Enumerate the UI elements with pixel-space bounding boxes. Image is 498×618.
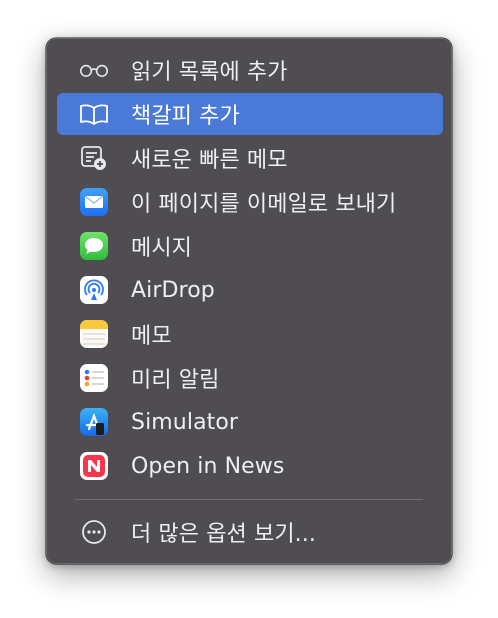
menu-item-label: 메모	[131, 324, 172, 349]
quick-note-icon	[79, 143, 109, 173]
messages-icon	[79, 231, 109, 261]
simulator-icon	[79, 407, 109, 437]
menu-item-label: 읽기 목록에 추가	[131, 60, 288, 85]
menu-item-label: 새로운 빠른 메모	[131, 148, 288, 173]
menu-item-airdrop[interactable]: AirDrop	[57, 269, 443, 311]
menu-item-reminders[interactable]: 미리 알림	[57, 357, 443, 399]
menu-item-label: 더 많은 옵션 보기...	[131, 522, 316, 547]
menu-item-open-in-news[interactable]: Open in News	[57, 445, 443, 487]
share-context-menu: 읽기 목록에 추가 책갈피 추가 새로운 빠른 메모 이 페이지를 이메일로 보…	[46, 38, 452, 564]
more-ellipsis-icon	[79, 517, 109, 547]
menu-item-label: 미리 알림	[131, 368, 220, 393]
menu-item-label: 책갈피 추가	[131, 104, 240, 129]
menu-item-add-bookmark[interactable]: 책갈피 추가	[57, 93, 443, 135]
menu-item-notes[interactable]: 메모	[57, 313, 443, 355]
menu-item-label: AirDrop	[131, 277, 215, 303]
notes-icon	[79, 319, 109, 349]
menu-item-messages[interactable]: 메시지	[57, 225, 443, 267]
mail-icon	[79, 187, 109, 217]
menu-item-label: Open in News	[131, 453, 285, 479]
menu-item-email-page[interactable]: 이 페이지를 이메일로 보내기	[57, 181, 443, 223]
reading-glasses-icon	[79, 55, 109, 85]
reminders-icon	[79, 363, 109, 393]
menu-separator	[75, 499, 423, 500]
menu-item-label: Simulator	[131, 409, 239, 435]
airdrop-icon	[79, 275, 109, 305]
menu-item-label: 메시지	[131, 236, 193, 261]
book-icon	[79, 99, 109, 129]
menu-item-more-options[interactable]: 더 많은 옵션 보기...	[57, 511, 443, 553]
menu-item-add-to-reading-list[interactable]: 읽기 목록에 추가	[57, 49, 443, 91]
menu-item-new-quick-note[interactable]: 새로운 빠른 메모	[57, 137, 443, 179]
menu-item-label: 이 페이지를 이메일로 보내기	[131, 192, 397, 217]
menu-item-simulator[interactable]: Simulator	[57, 401, 443, 443]
news-icon	[79, 451, 109, 481]
